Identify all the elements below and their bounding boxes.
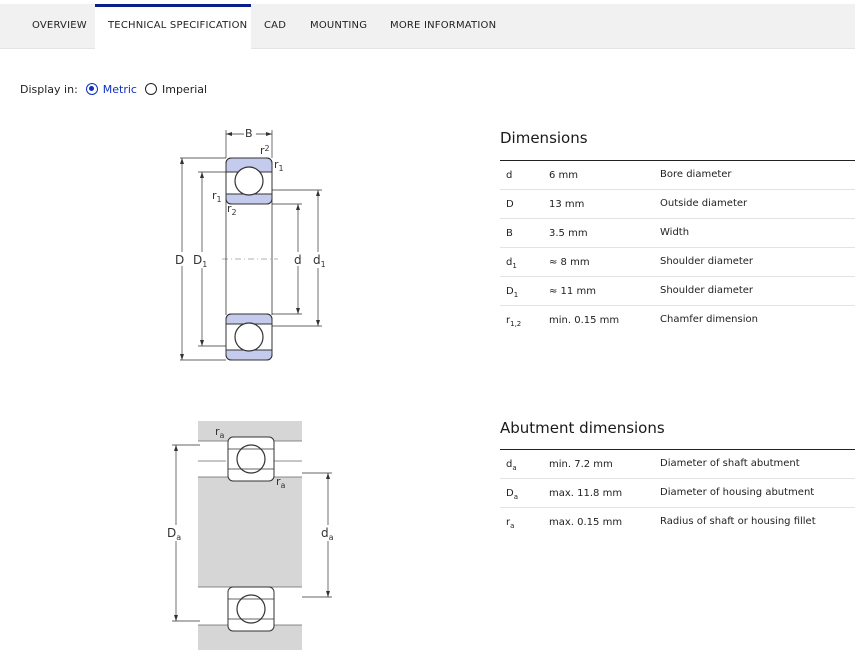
table-row: r1,2 min. 0.15 mm Chamfer dimension [500,306,855,335]
description: Radius of shaft or housing fillet [660,516,816,527]
value: min. 7.2 mm [549,459,613,470]
description: Bore diameter [660,169,732,180]
description: Shoulder diameter [660,256,754,267]
imperial-option[interactable]: Imperial [144,83,207,96]
tab-technical-specification[interactable]: TECHNICAL SPECIFICATION [95,4,251,49]
description: Width [660,227,690,238]
value: max. 0.15 mm [549,517,623,528]
symbol: ra [506,517,515,530]
symbol: D1 [506,286,519,299]
symbol: B [506,228,513,239]
display-label: Display in: [20,82,78,96]
diagram-label-r2-top: r2 [260,144,270,157]
bearing-dimensions-diagram: B r2 r1 r1 r2 D D1 d d1 [174,126,328,361]
description: Diameter of housing abutment [660,487,815,498]
table-row: ra max. 0.15 mm Radius of shaft or housi… [500,508,855,537]
abutment-table: da min. 7.2 mm Diameter of shaft abutmen… [500,449,855,537]
diagram-label-r1-left: r1 [212,189,222,204]
value: ≈ 11 mm [549,286,596,297]
imperial-label[interactable]: Imperial [162,83,207,96]
metric-radio-icon[interactable] [85,83,98,95]
symbol: d [506,170,513,181]
symbol: da [506,459,517,472]
diagram-label-D: D [175,253,184,267]
value: 3.5 mm [549,228,588,239]
imperial-radio-icon[interactable] [144,83,157,95]
symbol: d1 [506,257,517,270]
description: Outside diameter [660,198,748,209]
description: Diameter of shaft abutment [660,458,800,469]
value: 13 mm [549,199,585,210]
table-row: d1 ≈ 8 mm Shoulder diameter [500,248,855,277]
diagram-label-r1-top: r1 [274,158,284,173]
table-row: B 3.5 mm Width [500,219,855,248]
description: Shoulder diameter [660,285,754,296]
table-row: D1 ≈ 11 mm Shoulder diameter [500,277,855,306]
abutment-diagram: ra ra Da da [166,421,336,650]
value: min. 0.15 mm [549,315,620,326]
symbol: r1,2 [506,315,522,328]
symbol: Da [506,488,518,501]
table-row: Da max. 11.8 mm Diameter of housing abut… [500,479,855,508]
description: Chamfer dimension [660,314,758,325]
tab-mounting[interactable]: MOUNTING [310,4,367,49]
tab-more-information[interactable]: MORE INFORMATION [390,4,496,49]
diagram-label-d: d [294,253,302,267]
table-row: D 13 mm Outside diameter [500,190,855,219]
table-row: d 6 mm Bore diameter [500,161,855,190]
tab-cad[interactable]: CAD [264,4,286,49]
tab-overview[interactable]: OVERVIEW [32,4,87,49]
dimensions-title: Dimensions [500,129,588,147]
dimensions-table: d 6 mm Bore diameter D 13 mm Outside dia… [500,160,855,335]
symbol: D [506,199,514,210]
table-row: da min. 7.2 mm Diameter of shaft abutmen… [500,450,855,479]
metric-option[interactable]: Metric [85,83,137,96]
value: max. 11.8 mm [549,488,623,499]
tab-bar: OVERVIEW TECHNICAL SPECIFICATION CAD MOU… [0,4,855,49]
value: 6 mm [549,170,579,181]
abutment-title: Abutment dimensions [500,419,665,437]
value: ≈ 8 mm [549,257,590,268]
metric-label[interactable]: Metric [103,83,137,96]
diagram-label-B: B [245,127,253,140]
unit-selector: Display in: Metric Imperial [20,81,207,97]
